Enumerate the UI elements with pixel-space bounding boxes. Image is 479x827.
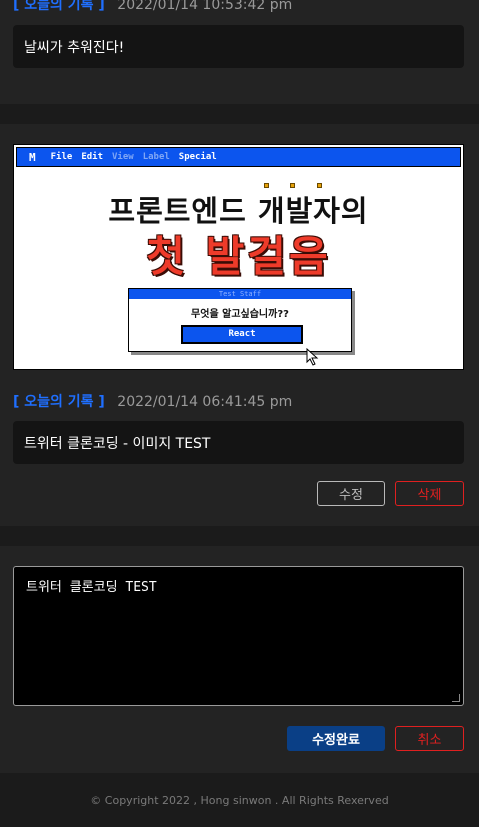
image-menu-item: View	[112, 152, 134, 162]
delete-button[interactable]: 삭제	[395, 481, 464, 506]
edit-textarea-value: 트위터 클론코딩 TEST	[26, 580, 157, 595]
post-text: 날씨가 추워진다!	[13, 25, 464, 68]
post-image: M File Edit View Label Special 프론트엔드 개발자…	[13, 144, 464, 370]
image-menu-item: Label	[142, 152, 170, 162]
image-dialog-question: 무엇을 알고싶습니까??	[191, 309, 289, 320]
footer: © Copyright 2022 , Hong sinwon . All Rig…	[0, 773, 479, 827]
image-menu-item: Special	[178, 152, 217, 162]
image-dialog-button: React	[181, 325, 303, 344]
image-dialog: Test Staff 무엇을 알고싶습니까?? React	[128, 288, 352, 352]
image-menu-item: File	[50, 152, 73, 162]
post-meta: [ 오늘의 기록 ] 2022/01/14 10:53:42 pm	[13, 0, 292, 14]
image-title-line2: 첫 발걸음	[146, 232, 331, 281]
post-text: 트위터 클론코딩 - 이미지 TEST	[13, 421, 464, 464]
image-menu-item: Edit	[81, 152, 103, 162]
edit-form: 트위터 클론코딩 TEST 수정완료 취소	[0, 546, 479, 773]
resize-handle[interactable]	[452, 694, 460, 702]
post-card: M File Edit View Label Special 프론트엔드 개발자…	[0, 124, 479, 526]
edit-button[interactable]: 수정	[317, 481, 385, 506]
post-tag: [ 오늘의 기록 ]	[13, 394, 105, 410]
copyright-text: © Copyright 2022 , Hong sinwon . All Rig…	[90, 793, 389, 807]
submit-edit-button[interactable]: 수정완료	[287, 726, 385, 751]
image-logo: M	[29, 150, 36, 164]
edit-textarea[interactable]: 트위터 클론코딩 TEST	[13, 566, 464, 706]
cursor-icon	[306, 348, 319, 366]
cancel-button[interactable]: 취소	[395, 726, 464, 751]
post-card: [ 오늘의 기록 ] 2022/01/14 10:53:42 pm 날씨가 추워…	[0, 0, 479, 104]
image-dialog-title: Test Staff	[129, 289, 351, 299]
image-menubar: M File Edit View Label Special	[16, 147, 461, 167]
post-timestamp: 2022/01/14 10:53:42 pm	[117, 0, 293, 13]
post-meta: [ 오늘의 기록 ] 2022/01/14 06:41:45 pm	[13, 391, 292, 411]
post-timestamp: 2022/01/14 06:41:45 pm	[117, 394, 293, 410]
post-tag: [ 오늘의 기록 ]	[13, 0, 105, 13]
